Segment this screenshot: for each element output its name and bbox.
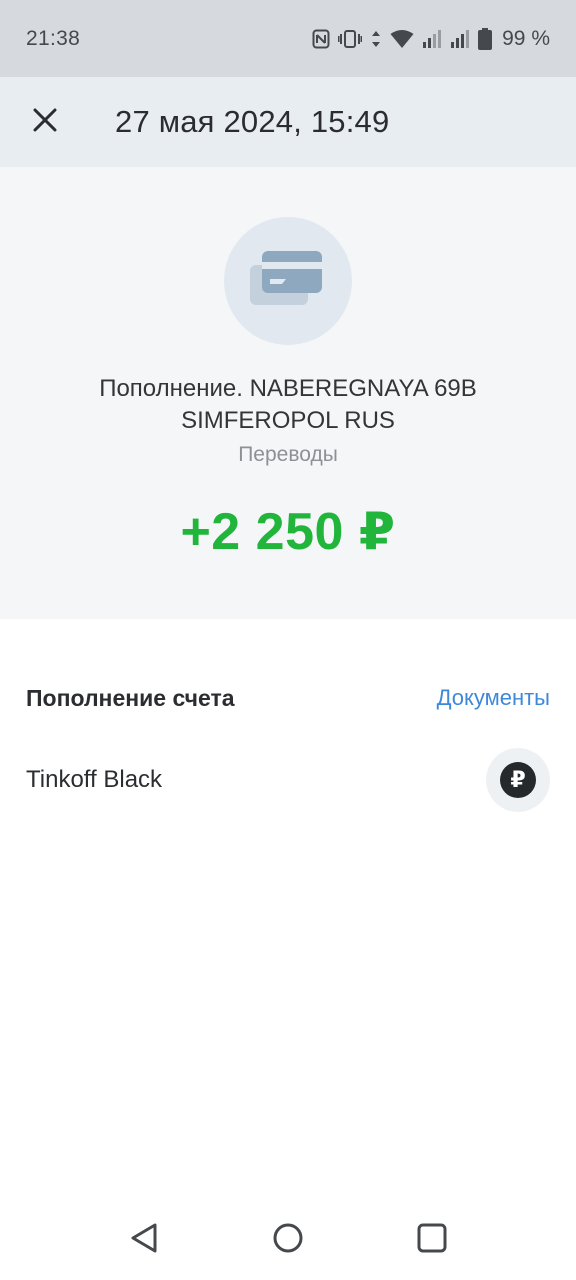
merchant-name: Пополнение. NABEREGNAYA 69B SIMFEROPOL R… bbox=[99, 375, 477, 434]
status-bar: 21:38 99 % bbox=[0, 0, 576, 77]
home-button[interactable] bbox=[268, 1220, 308, 1260]
card-icon bbox=[250, 250, 326, 312]
back-button[interactable] bbox=[124, 1220, 164, 1260]
recents-button[interactable] bbox=[412, 1220, 452, 1260]
header: 27 мая 2024, 15:49 bbox=[0, 77, 576, 167]
documents-link[interactable]: Документы bbox=[437, 685, 550, 711]
operation-summary: Пополнение. NABEREGNAYA 69B SIMFEROPOL R… bbox=[0, 167, 576, 619]
nfc-icon bbox=[312, 29, 330, 49]
signal-icon bbox=[422, 29, 442, 49]
close-button[interactable] bbox=[0, 77, 90, 167]
vibrate-icon bbox=[338, 29, 363, 49]
battery-percent: 99 % bbox=[502, 26, 550, 50]
home-icon[interactable] bbox=[272, 1222, 304, 1259]
close-icon[interactable] bbox=[33, 108, 57, 137]
section-title: Пополнение счета bbox=[26, 684, 235, 711]
account-currency-badge[interactable]: ₽ bbox=[486, 748, 550, 812]
system-nav-bar bbox=[0, 1200, 576, 1280]
signal-icon bbox=[450, 29, 470, 49]
section-header: Пополнение счета Документы bbox=[26, 678, 550, 718]
wifi-icon bbox=[390, 29, 414, 49]
operation-icon-circle bbox=[224, 217, 352, 345]
account-name: Tinkoff Black bbox=[26, 766, 163, 793]
data-arrows-icon bbox=[370, 29, 382, 49]
status-time: 21:38 bbox=[26, 26, 81, 50]
back-icon[interactable] bbox=[129, 1222, 159, 1259]
ruble-icon: ₽ bbox=[500, 762, 536, 798]
operation-category: Переводы bbox=[238, 443, 338, 466]
account-row[interactable]: Tinkoff Black ₽ bbox=[26, 748, 550, 812]
battery-icon bbox=[478, 27, 493, 50]
status-icons: 99 % bbox=[312, 27, 550, 51]
page-title: 27 мая 2024, 15:49 bbox=[115, 104, 390, 139]
recents-icon[interactable] bbox=[417, 1223, 447, 1258]
operation-amount: +2 250 ₽ bbox=[180, 503, 396, 561]
